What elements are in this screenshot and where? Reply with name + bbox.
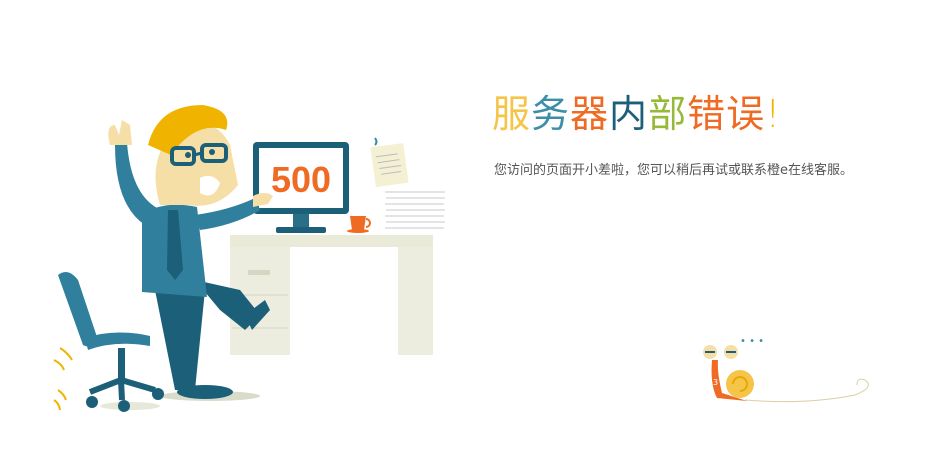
title-char: 部 xyxy=(648,92,688,136)
title-char: ! xyxy=(765,92,782,136)
title-char: 务 xyxy=(531,92,571,136)
desk xyxy=(230,235,433,355)
coffee-mug xyxy=(347,216,371,233)
shell-number: 3 xyxy=(713,378,718,387)
server-error-illustration: 500 xyxy=(53,105,445,412)
title-char: 器 xyxy=(570,92,610,136)
title-char: 服 xyxy=(492,92,532,136)
office-chair xyxy=(53,271,164,412)
note-paper xyxy=(370,137,409,188)
title-char: 内 xyxy=(609,92,649,136)
error-code-500: 500 xyxy=(271,159,331,200)
error-message: 您访问的页面开小差啦，您可以稍后再试或联系橙e在线客服。 xyxy=(494,163,853,178)
paper-stack xyxy=(385,191,445,229)
monitor: 500 xyxy=(253,142,349,233)
thinking-dots: • • • xyxy=(740,336,764,347)
page-title: 服务器内部错误! xyxy=(492,92,781,136)
title-char: 误 xyxy=(726,92,766,136)
snail-illustration: • • • 3 xyxy=(703,336,869,403)
title-char: 错 xyxy=(687,92,727,136)
